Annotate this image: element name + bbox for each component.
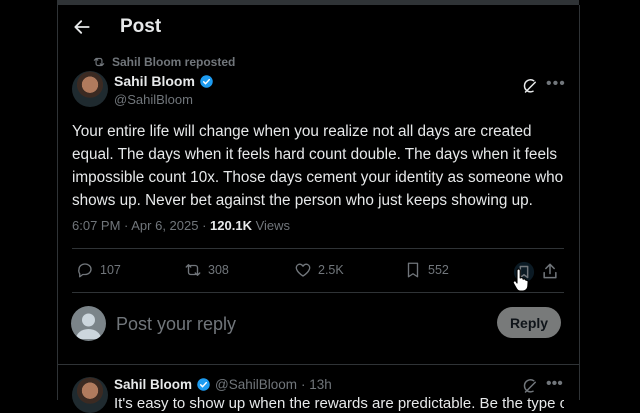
reply-count: 107: [100, 263, 121, 277]
divider: [72, 248, 564, 249]
default-avatar-icon: [76, 313, 101, 339]
hand-cursor-icon: [512, 268, 529, 292]
share-icon[interactable]: [540, 261, 560, 281]
post-meta: 6:07 PM · Apr 6, 2025 · 120.1K Views: [72, 218, 290, 233]
divider: [58, 364, 579, 365]
reply-input[interactable]: [114, 313, 438, 336]
heart-icon: [295, 263, 311, 277]
like-count: 2.5K: [318, 263, 344, 277]
divider: [72, 292, 564, 293]
reply-icon: [78, 263, 92, 278]
repost-action[interactable]: 308: [184, 261, 229, 279]
more-options-icon[interactable]: •••: [546, 75, 566, 93]
repost-indicator[interactable]: Sahil Bloom reposted: [92, 55, 235, 69]
bookmark-action[interactable]: 552: [404, 261, 449, 279]
bookmark-count: 552: [428, 263, 449, 277]
views-label: Views: [251, 218, 291, 233]
grok-icon[interactable]: [521, 77, 539, 95]
next-post-text: It's easy to show up when the rewards ar…: [114, 395, 564, 412]
next-post-author: Sahil Bloom: [114, 377, 193, 392]
next-post-avatar[interactable]: [72, 377, 108, 413]
next-post-handle: @SahilBloom: [215, 377, 298, 392]
page-title: Post: [120, 16, 162, 37]
reply-button[interactable]: Reply: [497, 307, 561, 338]
author-name: Sahil Bloom: [114, 73, 195, 89]
author-avatar[interactable]: [72, 71, 108, 107]
post-timestamp[interactable]: 6:07 PM · Apr 6, 2025 ·: [72, 218, 210, 233]
back-arrow-icon[interactable]: [72, 17, 92, 37]
repost-icon: [185, 264, 201, 276]
repost-icon: [93, 57, 105, 67]
next-post-header[interactable]: Sahil Bloom @SahilBloom · 13h: [114, 377, 332, 392]
post-column: Post Sahil Bloom reposted Sahil Bloom @S…: [57, 5, 580, 413]
repost-label: Sahil Bloom reposted: [112, 55, 236, 69]
reply-action[interactable]: 107: [76, 261, 121, 279]
views-count: 120.1K: [210, 218, 252, 233]
grok-icon[interactable]: [521, 377, 539, 395]
bookmark-icon: [407, 262, 419, 278]
page-header: Post: [58, 5, 579, 49]
post-text: Your entire life will change when you re…: [72, 123, 564, 209]
verified-badge-icon: [200, 74, 213, 88]
user-avatar[interactable]: [71, 306, 106, 341]
verified-badge-icon: [197, 378, 210, 391]
author-handle[interactable]: @SahilBloom: [114, 92, 193, 107]
next-post-time: · 13h: [301, 377, 332, 392]
like-action[interactable]: 2.5K: [294, 261, 344, 279]
repost-count: 308: [208, 263, 229, 277]
more-options-icon[interactable]: •••: [546, 375, 563, 393]
author-name-row[interactable]: Sahil Bloom: [114, 73, 214, 89]
